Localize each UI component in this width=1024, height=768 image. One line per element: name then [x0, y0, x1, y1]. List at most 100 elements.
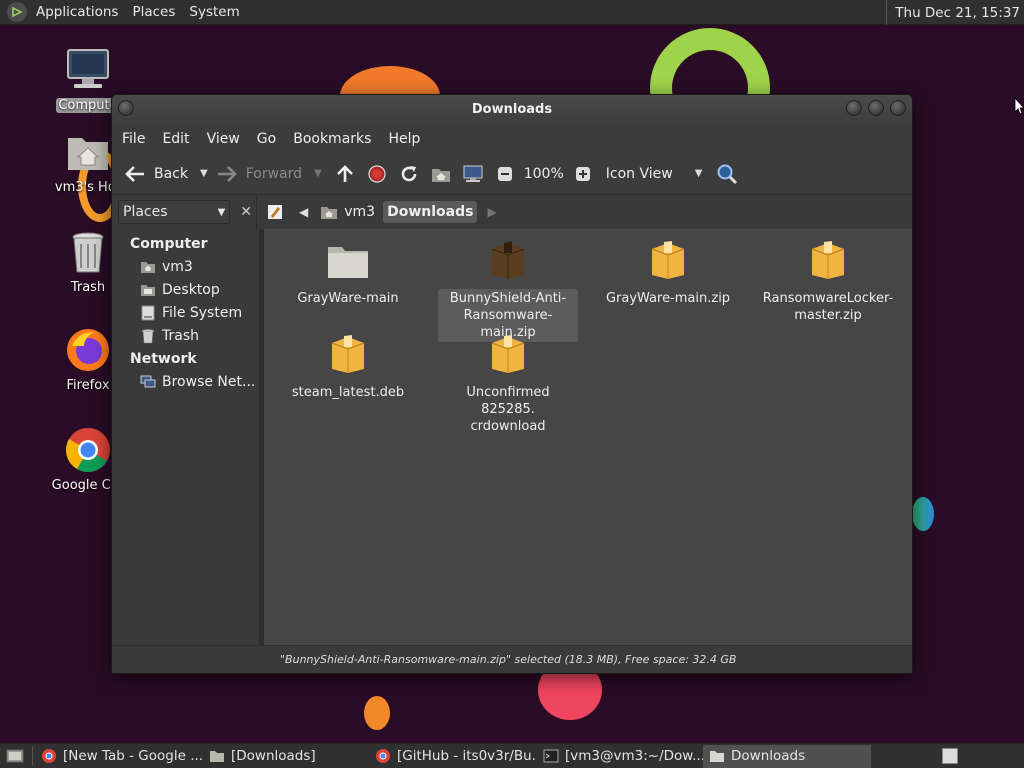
sidebar-item-file-system[interactable]: File System [112, 301, 259, 324]
sidebar-item-label: vm3 [162, 258, 193, 275]
sidebar-item-trash[interactable]: Trash [112, 324, 259, 347]
task-downloads-active[interactable]: Downloads [703, 744, 871, 768]
menubar: File Edit View Go Bookmarks Help [112, 124, 912, 153]
computer-icon [460, 163, 486, 185]
view-mode-dropdown-icon: ▼ [694, 168, 703, 179]
toggle-location-entry-button[interactable] [263, 201, 287, 223]
sidebar-item-vm3[interactable]: vm3 [112, 255, 259, 278]
task-downloads-hidden[interactable]: [Downloads] [203, 745, 369, 768]
home-icon [321, 207, 338, 219]
search-button[interactable] [714, 159, 740, 189]
menu-go[interactable]: Go [251, 131, 282, 147]
chrome-icon [42, 749, 56, 763]
toolbar: Back ▼ Forward ▼ 100% Icon View ▼ [112, 153, 912, 195]
task-terminal[interactable]: [vm3@vm3:~/Dow... [537, 745, 703, 768]
minimize-button[interactable] [846, 100, 862, 116]
file-icon-view[interactable]: GrayWare-main BunnyShield-Anti- Ransomwa… [264, 229, 912, 645]
chrome-icon [64, 426, 112, 474]
file-item[interactable]: GrayWare-main [278, 237, 418, 308]
forward-button[interactable]: Forward ▼ [214, 159, 322, 189]
reload-icon [396, 163, 422, 185]
sidebar-item-browse-network[interactable]: Browse Net... [112, 370, 259, 393]
system-logo-icon[interactable] [7, 2, 27, 22]
computer-button[interactable] [460, 159, 486, 189]
maximize-button[interactable] [868, 100, 884, 116]
file-name: RansomwareLocker- master.zip [762, 291, 894, 323]
edit-icon [268, 205, 282, 219]
file-item[interactable]: Unconfirmed 825285. crdownload [438, 331, 578, 436]
menu-help[interactable]: Help [382, 131, 426, 147]
clock[interactable]: Thu Dec 21, 15:37 [886, 0, 1024, 25]
drive-icon [140, 305, 156, 321]
zoom-out-button[interactable] [492, 159, 518, 189]
zoom-in-button[interactable] [570, 159, 596, 189]
stop-icon [364, 163, 390, 185]
task-github-chrome[interactable]: [GitHub - its0v3r/Bu... [369, 745, 537, 768]
task-new-tab-chrome[interactable]: [New Tab - Google ... [35, 745, 203, 768]
desktop-icon-label: Trash [70, 280, 106, 295]
back-button[interactable]: Back ▼ [122, 159, 208, 189]
sidebar-item-label: Browse Net... [162, 373, 256, 390]
file-item[interactable]: steam_latest.deb [278, 331, 418, 402]
path-scroll-left-icon[interactable]: ◀ [295, 201, 312, 223]
window-title: Downloads [471, 102, 553, 117]
menu-edit[interactable]: Edit [156, 131, 195, 147]
folder-icon [324, 237, 372, 285]
menu-view[interactable]: View [201, 131, 246, 147]
path-vm3-label: vm3 [344, 204, 376, 220]
sidebar-header: Places ▼ ✕ [112, 195, 257, 229]
close-button[interactable] [890, 100, 906, 116]
status-bar: "BunnyShield-Anti-Ransomware-main.zip" s… [112, 645, 912, 673]
main-area: Computer vm3 Desktop File System Trash N… [112, 229, 912, 645]
computer-icon [64, 46, 112, 94]
top-panel: Applications Places System Thu Dec 21, 1… [0, 0, 1024, 25]
show-desktop-button[interactable] [0, 745, 30, 768]
file-item[interactable]: GrayWare-main.zip [598, 237, 738, 308]
sidebar-item-desktop[interactable]: Desktop [112, 278, 259, 301]
workspace-switcher[interactable] [936, 745, 964, 768]
sidebar-item-label: Trash [162, 327, 199, 344]
trash-icon [140, 328, 156, 344]
desktop-folder-icon [140, 282, 156, 298]
applications-menu[interactable]: Applications [29, 4, 125, 20]
desktop-icon-label: Firefox [66, 378, 110, 393]
home-button[interactable] [428, 159, 454, 189]
close-sidebar-icon[interactable]: ✕ [236, 204, 256, 220]
zoom-value: 100% [523, 165, 564, 182]
stop-button[interactable] [364, 159, 390, 189]
up-arrow-icon [332, 163, 358, 185]
window-titlebar[interactable]: Downloads [112, 95, 912, 124]
home-folder-icon [64, 128, 112, 176]
search-icon [714, 163, 740, 185]
sidebar-heading-computer: Computer [130, 236, 208, 252]
reload-button[interactable] [396, 159, 422, 189]
path-downloads-button[interactable]: Downloads [383, 201, 478, 223]
task-label: [New Tab - Google ... [63, 748, 203, 764]
zoom-level[interactable]: 100% [524, 159, 564, 189]
view-mode-value: Icon View [605, 165, 673, 182]
file-item[interactable]: RansomwareLocker- master.zip [758, 237, 898, 325]
places-menu[interactable]: Places [125, 4, 182, 20]
zoom-out-icon [492, 163, 518, 185]
sidebar-type-select[interactable]: Places ▼ [118, 200, 231, 224]
back-arrow-icon [122, 163, 148, 185]
file-name: steam_latest.deb [291, 385, 405, 400]
taskbar-separator [32, 747, 33, 765]
firefox-icon [64, 326, 112, 374]
archive-icon [484, 237, 532, 285]
view-mode-select[interactable]: Icon View ▼ [606, 159, 703, 189]
task-label: [GitHub - its0v3r/Bu... [397, 748, 537, 764]
file-item[interactable]: BunnyShield-Anti- Ransomware-main.zip [438, 237, 578, 342]
up-button[interactable] [332, 159, 358, 189]
trash-icon [64, 228, 112, 276]
terminal-icon [543, 749, 559, 763]
archive-icon [804, 237, 852, 285]
system-menu[interactable]: System [182, 4, 246, 20]
path-scroll-right-icon[interactable]: ▶ [483, 201, 500, 223]
path-vm3-button[interactable]: vm3 [316, 201, 379, 223]
window-menu-button[interactable] [118, 100, 134, 116]
back-history-dropdown-icon[interactable]: ▼ [200, 168, 208, 179]
menu-file[interactable]: File [116, 131, 151, 147]
menu-bookmarks[interactable]: Bookmarks [287, 131, 377, 147]
forward-history-dropdown-icon[interactable]: ▼ [314, 168, 322, 179]
